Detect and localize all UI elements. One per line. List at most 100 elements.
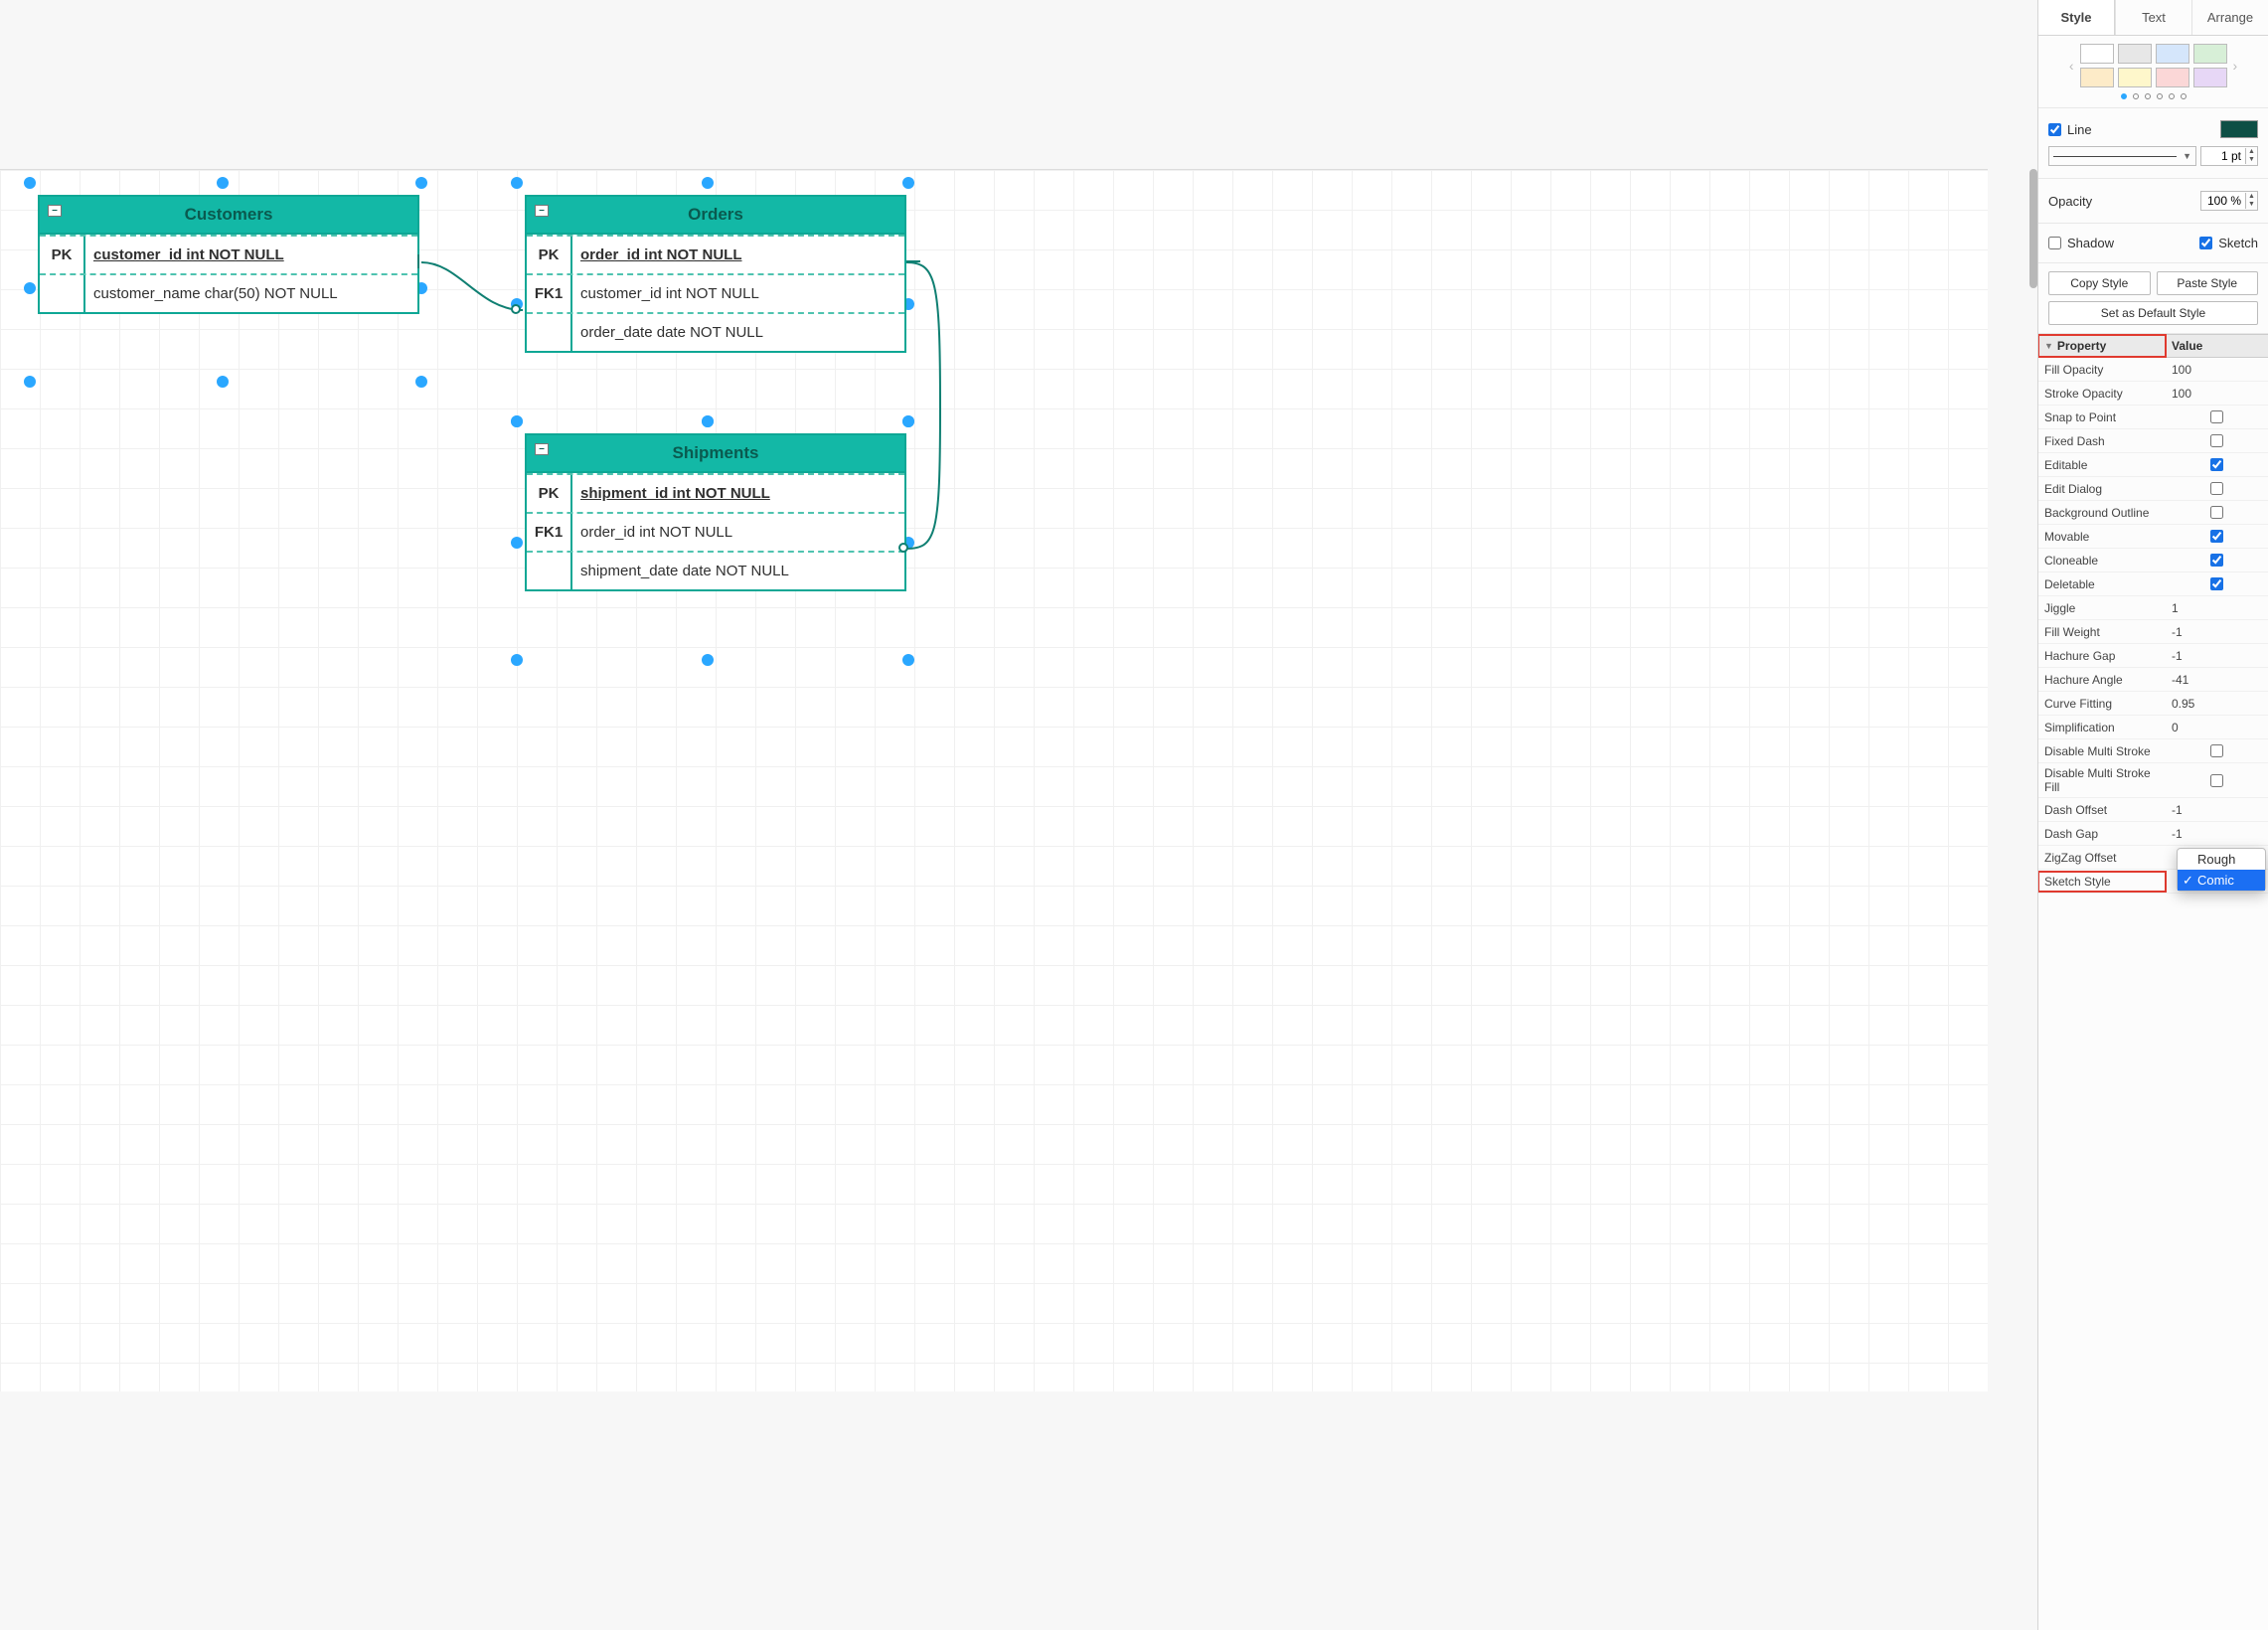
selection-handle[interactable]	[415, 376, 427, 388]
color-swatch[interactable]	[2118, 44, 2152, 64]
property-value[interactable]: 100	[2166, 360, 2268, 380]
pager-dot[interactable]	[2133, 93, 2139, 99]
property-value[interactable]	[2166, 551, 2268, 570]
pager-dot[interactable]	[2157, 93, 2163, 99]
sketch-checkbox[interactable]	[2199, 237, 2212, 249]
line-color-chip[interactable]	[2220, 120, 2258, 138]
table-row[interactable]: PKshipment_id int NOT NULL	[527, 473, 904, 512]
sketch-style-dropdown[interactable]: RoughComic	[2177, 848, 2266, 892]
color-swatch[interactable]	[2156, 68, 2189, 87]
selection-handle[interactable]	[24, 177, 36, 189]
property-value[interactable]: -1	[2166, 646, 2268, 666]
property-row[interactable]: Hachure Gap-1	[2038, 644, 2268, 668]
property-row[interactable]: Movable	[2038, 525, 2268, 549]
table-header[interactable]: –Shipments	[527, 435, 904, 473]
step-up-icon[interactable]: ▲	[2246, 193, 2257, 201]
property-row[interactable]: Simplification0	[2038, 716, 2268, 739]
table-row[interactable]: FK1order_id int NOT NULL	[527, 512, 904, 551]
property-value[interactable]	[2166, 455, 2268, 474]
property-row[interactable]: Cloneable	[2038, 549, 2268, 572]
selection-handle[interactable]	[511, 654, 523, 666]
property-value[interactable]	[2166, 527, 2268, 546]
property-value[interactable]: 100	[2166, 384, 2268, 404]
er-table-customers[interactable]: –CustomersPKcustomer_id int NOT NULLcust…	[38, 195, 419, 314]
property-row[interactable]: Fixed Dash	[2038, 429, 2268, 453]
color-swatch[interactable]	[2193, 68, 2227, 87]
color-swatch[interactable]	[2156, 44, 2189, 64]
er-table-shipments[interactable]: –ShipmentsPKshipment_id int NOT NULLFK1o…	[525, 433, 906, 591]
pager-dot[interactable]	[2121, 93, 2127, 99]
selection-handle[interactable]	[702, 177, 714, 189]
property-row[interactable]: Snap to Point	[2038, 406, 2268, 429]
property-row[interactable]: Disable Multi Stroke Fill	[2038, 763, 2268, 798]
line-width-input[interactable]	[2201, 147, 2245, 165]
table-row[interactable]: shipment_date date NOT NULL	[527, 551, 904, 589]
property-row[interactable]: Jiggle1	[2038, 596, 2268, 620]
color-swatch[interactable]	[2193, 44, 2227, 64]
selection-handle[interactable]	[217, 376, 229, 388]
property-row[interactable]: Hachure Angle-41	[2038, 668, 2268, 692]
property-row[interactable]: Fill Opacity100	[2038, 358, 2268, 382]
tab-style[interactable]: Style	[2038, 0, 2115, 35]
property-value[interactable]: -1	[2166, 622, 2268, 642]
property-row[interactable]: Dash Gap-1	[2038, 822, 2268, 846]
color-swatch[interactable]	[2080, 68, 2114, 87]
shadow-checkbox-label[interactable]: Shadow	[2048, 236, 2114, 250]
property-value[interactable]	[2166, 479, 2268, 498]
line-checkbox[interactable]	[2048, 123, 2061, 136]
sketch-checkbox-label[interactable]: Sketch	[2199, 236, 2258, 250]
collapse-icon[interactable]: –	[535, 205, 549, 217]
table-header[interactable]: –Orders	[527, 197, 904, 235]
swatch-next-icon[interactable]: ›	[2231, 58, 2240, 74]
line-width-stepper[interactable]: ▲▼	[2200, 146, 2258, 166]
table-row[interactable]: PKorder_id int NOT NULL	[527, 235, 904, 273]
property-row[interactable]: Editable	[2038, 453, 2268, 477]
property-value[interactable]	[2166, 741, 2268, 760]
property-row[interactable]: Deletable	[2038, 572, 2268, 596]
property-value[interactable]	[2166, 503, 2268, 522]
property-checkbox[interactable]	[2210, 506, 2223, 519]
selection-handle[interactable]	[511, 177, 523, 189]
selection-handle[interactable]	[511, 537, 523, 549]
color-swatch[interactable]	[2080, 44, 2114, 64]
selection-handle[interactable]	[702, 654, 714, 666]
property-value[interactable]: -1	[2166, 824, 2268, 844]
table-row[interactable]: PKcustomer_id int NOT NULL	[40, 235, 417, 273]
selection-handle[interactable]	[902, 415, 914, 427]
property-checkbox[interactable]	[2210, 744, 2223, 757]
property-value[interactable]	[2166, 408, 2268, 426]
selection-handle[interactable]	[511, 415, 523, 427]
property-value[interactable]: 0	[2166, 718, 2268, 737]
opacity-stepper[interactable]: ▲▼	[2200, 191, 2258, 211]
table-row[interactable]: order_date date NOT NULL	[527, 312, 904, 351]
property-row[interactable]: Fill Weight-1	[2038, 620, 2268, 644]
selection-handle[interactable]	[24, 376, 36, 388]
swatch-prev-icon[interactable]: ‹	[2067, 58, 2076, 74]
property-value[interactable]: 1	[2166, 598, 2268, 618]
property-checkbox[interactable]	[2210, 410, 2223, 423]
scrollbar-thumb[interactable]	[2029, 169, 2037, 288]
pager-dot[interactable]	[2181, 93, 2187, 99]
dropdown-item[interactable]: Comic	[2178, 870, 2265, 891]
er-table-orders[interactable]: –OrdersPKorder_id int NOT NULLFK1custome…	[525, 195, 906, 353]
step-down-icon[interactable]: ▼	[2246, 201, 2257, 209]
selection-handle[interactable]	[24, 282, 36, 294]
selection-handle[interactable]	[702, 415, 714, 427]
property-row[interactable]: Stroke Opacity100	[2038, 382, 2268, 406]
collapse-icon[interactable]: –	[535, 443, 549, 455]
step-down-icon[interactable]: ▼	[2246, 156, 2257, 164]
property-value[interactable]: 0.95	[2166, 694, 2268, 714]
property-checkbox[interactable]	[2210, 577, 2223, 590]
set-default-style-button[interactable]: Set as Default Style	[2048, 301, 2258, 325]
pager-dot[interactable]	[2169, 93, 2175, 99]
selection-handle[interactable]	[217, 177, 229, 189]
property-value[interactable]: -41	[2166, 670, 2268, 690]
property-checkbox[interactable]	[2210, 554, 2223, 567]
property-checkbox[interactable]	[2210, 482, 2223, 495]
property-value[interactable]: -1	[2166, 800, 2268, 820]
property-row[interactable]: Edit Dialog	[2038, 477, 2268, 501]
property-row[interactable]: Dash Offset-1	[2038, 798, 2268, 822]
color-swatch[interactable]	[2118, 68, 2152, 87]
property-checkbox[interactable]	[2210, 458, 2223, 471]
line-style-select[interactable]: ▼	[2048, 146, 2196, 166]
